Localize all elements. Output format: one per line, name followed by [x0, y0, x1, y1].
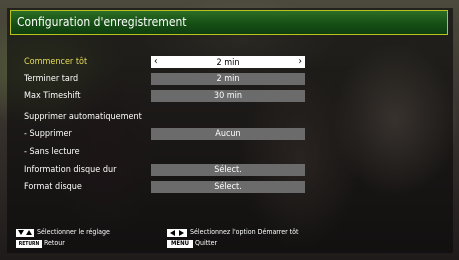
format-disque-button[interactable]: Sélect.: [151, 181, 305, 193]
commencer-tot-label: Commencer tôt: [24, 57, 88, 67]
panel-title: Configuration d'enregistrement: [10, 10, 448, 35]
up-down-key-icon: [16, 229, 34, 237]
information-disque-dur-value: Sélect.: [214, 165, 242, 175]
commencer-tot-value: 2 min: [216, 58, 240, 68]
sans-lecture-label: - Sans lecture: [24, 147, 80, 157]
hint-back: Retour: [44, 239, 65, 247]
format-disque-value: Sélect.: [214, 182, 242, 192]
hint-select-setting: Sélectionner le réglage: [37, 228, 110, 236]
supprimer-value: Aucun: [215, 129, 241, 139]
information-disque-dur-label: Information disque dur: [24, 165, 117, 175]
supprimer-selector[interactable]: Aucun: [151, 128, 305, 140]
terminer-tard-value: 2 min: [216, 74, 240, 84]
menu-key-icon: MENU: [167, 240, 193, 248]
supprimer-label: - Supprimer: [24, 129, 72, 139]
left-arrow-icon[interactable]: ‹: [154, 56, 158, 68]
max-timeshift-value: 30 min: [213, 91, 243, 101]
format-disque-label: Format disque: [24, 182, 82, 192]
commencer-tot-selector[interactable]: ‹ 2 min ›: [151, 56, 305, 68]
terminer-tard-label: Terminer tard: [24, 74, 79, 84]
terminer-tard-selector[interactable]: 2 min: [151, 73, 305, 85]
left-right-key-icon: [167, 229, 187, 237]
supprimer-automatiquement-label: Supprimer automatiquement: [24, 112, 142, 122]
max-timeshift-label: Max Timeshift: [24, 91, 81, 101]
hint-option: Sélectionnez l'option Démarrer tôt: [190, 228, 299, 236]
return-key-icon: RETURN: [16, 240, 42, 248]
right-arrow-icon[interactable]: ›: [298, 56, 302, 68]
max-timeshift-selector[interactable]: 30 min: [151, 90, 305, 102]
information-disque-dur-button[interactable]: Sélect.: [151, 164, 305, 176]
hint-quit: Quitter: [195, 239, 218, 247]
